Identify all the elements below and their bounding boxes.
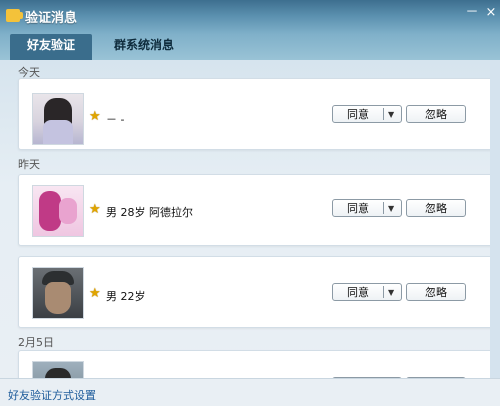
- speaker-icon: [6, 9, 23, 22]
- avatar-girl-icon[interactable]: [32, 93, 84, 145]
- request-card: ★ 男 22岁 同意 ▼ 忽略: [18, 256, 494, 328]
- title-bar: 验证消息 － ×: [0, 0, 500, 34]
- star-icon: ★: [89, 109, 101, 124]
- agree-button[interactable]: 同意 ▼: [332, 105, 402, 123]
- agree-label: 同意: [347, 202, 369, 215]
- avatar-anime-icon[interactable]: [32, 185, 84, 237]
- agree-button[interactable]: 同意 ▼: [332, 199, 402, 217]
- agree-button[interactable]: 同意 ▼: [332, 283, 402, 301]
- button-divider: [383, 108, 384, 120]
- scrollbar[interactable]: [490, 60, 500, 378]
- close-button[interactable]: ×: [483, 6, 499, 20]
- button-divider: [383, 202, 384, 214]
- ignore-button[interactable]: 忽略: [406, 199, 466, 217]
- avatar-man-icon[interactable]: [32, 361, 84, 378]
- agree-label: 同意: [347, 286, 369, 299]
- section-label-date: 2月5日: [18, 336, 54, 349]
- tab-group-system-messages[interactable]: 群系统消息: [102, 34, 186, 60]
- section-label-yesterday: 昨天: [18, 158, 40, 171]
- verification-settings-link[interactable]: 好友验证方式设置: [8, 387, 96, 403]
- chevron-down-icon[interactable]: ▼: [388, 284, 394, 301]
- message-list[interactable]: 今天 ★ － - 同意 ▼ 忽略 昨天 ★ 男 28岁 阿德拉尔 同意 ▼ 忽略…: [0, 60, 500, 378]
- star-icon: ★: [89, 286, 101, 301]
- window-title: 验证消息: [25, 11, 78, 26]
- minimize-button[interactable]: －: [464, 6, 480, 20]
- ignore-button[interactable]: 忽略: [406, 283, 466, 301]
- request-card: ★ 男 28岁 阿德拉尔 同意 ▼ 忽略: [18, 174, 494, 246]
- request-info: － -: [106, 113, 125, 126]
- request-info: 男 22岁: [106, 290, 146, 303]
- ignore-button[interactable]: 忽略: [406, 105, 466, 123]
- request-info: 男 28岁 阿德拉尔: [106, 206, 193, 219]
- request-card: ★ － - 同意 ▼ 忽略: [18, 78, 494, 150]
- request-card: 同意 ▼ 忽略: [18, 350, 494, 378]
- footer-bar: 好友验证方式设置: [0, 378, 500, 406]
- button-divider: [383, 286, 384, 298]
- agree-label: 同意: [347, 108, 369, 121]
- tab-friend-verification[interactable]: 好友验证: [10, 34, 92, 60]
- tab-bar: 好友验证 群系统消息: [0, 34, 500, 60]
- chevron-down-icon[interactable]: ▼: [388, 106, 394, 123]
- chevron-down-icon[interactable]: ▼: [388, 200, 394, 217]
- avatar-soldier-icon[interactable]: [32, 267, 84, 319]
- star-icon: ★: [89, 202, 101, 217]
